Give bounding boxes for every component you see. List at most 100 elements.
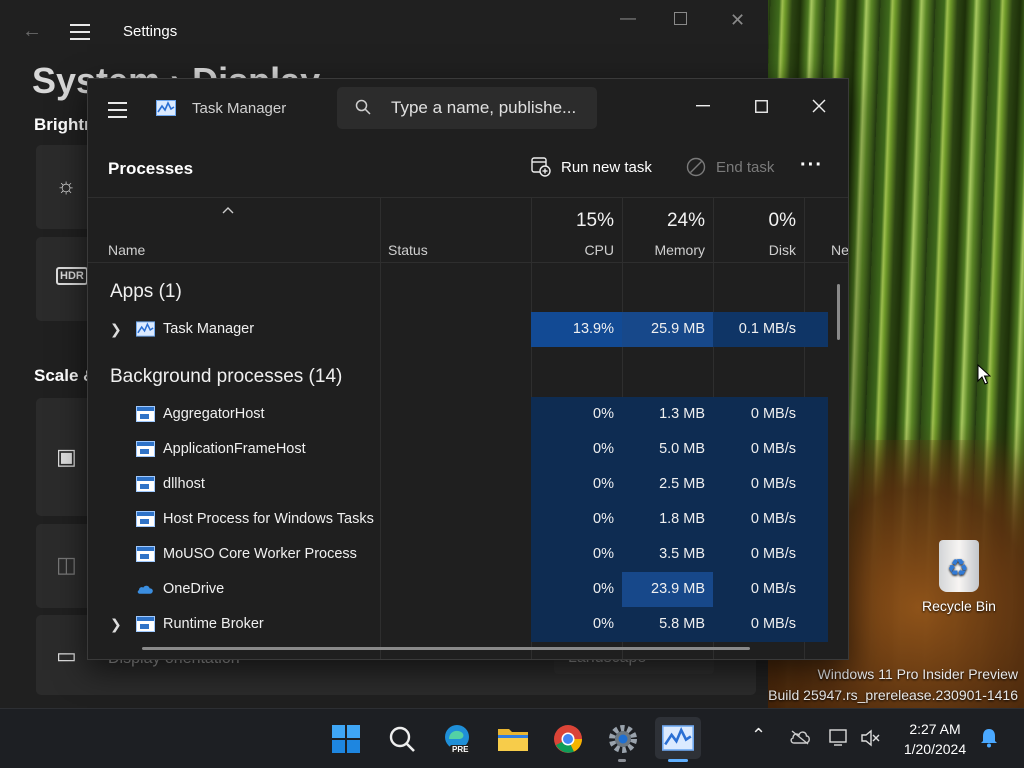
onedrive-offline-icon[interactable] [789, 729, 811, 745]
settings-running-indicator [618, 759, 626, 762]
task-manager-window: Task Manager Processes Run new task [87, 78, 849, 660]
process-cpu: 0% [531, 537, 622, 572]
status-column-header[interactable]: Status [381, 198, 531, 264]
process-disk: 0 MB/s [713, 607, 804, 642]
table-row[interactable]: MoUSO Core Worker Process 0% 3.5 MB 0 MB… [88, 537, 848, 572]
exe-icon [136, 476, 155, 492]
table-row[interactable]: ❯ Runtime Broker 0% 5.8 MB 0 MB/s [88, 607, 848, 642]
close-button[interactable] [796, 87, 842, 125]
volume-muted-icon[interactable] [860, 728, 882, 748]
process-cpu: 0% [531, 572, 622, 607]
chrome-button[interactable] [550, 721, 586, 757]
edge-browser-button[interactable]: PRE [440, 721, 476, 757]
back-arrow-icon[interactable]: ← [22, 20, 42, 43]
expand-chevron-icon[interactable]: ❯ [110, 321, 122, 338]
process-network [804, 432, 828, 467]
process-cpu: 13.9% [531, 312, 622, 347]
processes-page-title: Processes [108, 159, 194, 178]
memory-column-header[interactable]: 24% Memory [622, 198, 713, 264]
process-disk: 0 MB/s [713, 397, 804, 432]
resolution-icon: ◫ [56, 552, 77, 577]
disk-column-header[interactable]: 0% Disk [713, 198, 804, 264]
process-network [804, 607, 828, 642]
process-memory: 5.0 MB [622, 432, 713, 467]
watermark-edition: Windows 11 Pro Insider Preview [817, 666, 1018, 682]
process-table-header: Name Status 15% CPU 24% Memory 0% Disk N… [88, 197, 849, 264]
memory-total-percent: 24% [666, 210, 705, 231]
table-row[interactable]: Host Process for Windows Tasks 0% 1.8 MB… [88, 502, 848, 537]
expand-chevron-icon[interactable]: ❯ [110, 616, 122, 633]
process-disk: 0 MB/s [713, 502, 804, 537]
network-icon[interactable] [828, 728, 850, 748]
name-column-header[interactable]: Name [88, 198, 380, 264]
process-name: AggregatorHost [163, 406, 265, 422]
table-row[interactable]: dllhost 0% 2.5 MB 0 MB/s [88, 467, 848, 502]
vertical-scrollbar[interactable] [837, 284, 840, 340]
process-memory: 5.8 MB [622, 607, 713, 642]
recycle-bin-shortcut[interactable]: Recycle Bin [916, 536, 1002, 614]
table-row[interactable]: ❯ Task Manager 13.9% 25.9 MB 0.1 MB/s [88, 312, 848, 347]
clock[interactable]: 2:27 AM 1/20/2024 [890, 719, 980, 759]
folder-icon [498, 729, 528, 751]
scale-icon: ▣ [56, 444, 77, 469]
maximize-button[interactable] [738, 87, 784, 125]
apps-group-header: Apps (1) [110, 281, 182, 302]
chrome-icon [554, 725, 582, 753]
table-row[interactable]: AggregatorHost 0% 1.3 MB 0 MB/s [88, 397, 848, 432]
settings-app-title: Settings [123, 23, 178, 40]
name-column-label: Name [108, 242, 146, 258]
task-manager-app-icon [156, 100, 176, 116]
clock-time: 2:27 AM [909, 721, 961, 737]
process-memory: 1.8 MB [622, 502, 713, 537]
file-explorer-button[interactable] [495, 721, 531, 757]
show-hidden-icons-chevron-icon[interactable]: ⌃ [751, 725, 766, 746]
process-name: Task Manager [163, 321, 255, 337]
start-button[interactable] [328, 721, 364, 757]
edge-pre-badge: PRE [450, 745, 471, 754]
process-name: dllhost [163, 476, 205, 492]
hdr-icon: HDR [56, 267, 88, 285]
settings-taskbar-button[interactable] [605, 721, 641, 757]
run-new-task-button[interactable]: Run new task [531, 153, 652, 181]
recycle-bin-icon [939, 540, 979, 592]
cpu-column-header[interactable]: 15% CPU [531, 198, 622, 264]
horizontal-scrollbar[interactable] [142, 647, 750, 650]
process-name: ApplicationFrameHost [163, 441, 306, 457]
windows-logo-icon [332, 725, 360, 753]
process-disk: 0 MB/s [713, 572, 804, 607]
recycle-bin-label: Recycle Bin [922, 598, 996, 614]
background-group-header: Background processes (14) [110, 366, 343, 387]
task-manager-titlebar: Task Manager [88, 79, 848, 137]
search-button[interactable] [384, 721, 420, 757]
task-manager-menu-icon[interactable] [108, 102, 127, 123]
settings-maximize-icon[interactable] [674, 12, 687, 25]
cpu-column-label: CPU [584, 242, 614, 258]
disk-column-label: Disk [768, 242, 796, 258]
run-new-task-label: Run new task [561, 158, 652, 176]
process-cpu: 0% [531, 467, 622, 502]
network-column-header[interactable]: Ne [804, 198, 849, 264]
run-new-task-icon [531, 157, 551, 177]
minimize-button[interactable] [680, 87, 726, 125]
process-search-box[interactable] [337, 87, 597, 129]
task-manager-taskbar-icon [662, 725, 694, 751]
process-search-input[interactable] [391, 96, 591, 120]
minimize-icon [696, 105, 710, 107]
cpu-total-percent: 15% [575, 210, 614, 231]
settings-menu-icon[interactable] [70, 24, 90, 45]
network-column-label: Ne [831, 242, 849, 258]
end-task-button[interactable]: End task [686, 153, 774, 181]
end-task-label: End task [716, 158, 775, 176]
task-manager-taskbar-button[interactable] [655, 717, 701, 759]
process-disk: 0 MB/s [713, 432, 804, 467]
settings-close-icon[interactable]: ✕ [730, 10, 745, 31]
process-list: Apps (1) ❯ Task Manager 13.9% 25.9 MB 0.… [88, 263, 848, 643]
table-row[interactable]: OneDrive 0% 23.9 MB 0 MB/s [88, 572, 848, 607]
more-options-icon[interactable]: ··· [800, 154, 823, 177]
notification-bell-icon[interactable] [980, 728, 998, 748]
process-name: OneDrive [163, 581, 225, 597]
task-manager-active-indicator [668, 759, 688, 762]
settings-minimize-icon[interactable]: — [620, 10, 636, 28]
table-row[interactable]: ApplicationFrameHost 0% 5.0 MB 0 MB/s [88, 432, 848, 467]
search-icon [355, 99, 371, 115]
